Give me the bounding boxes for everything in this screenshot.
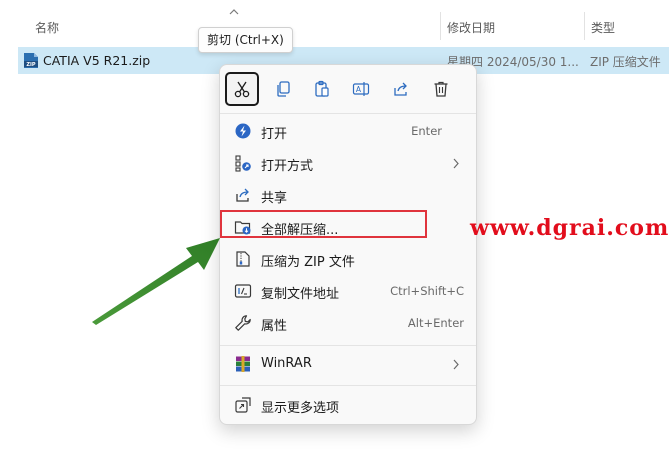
zip-file-icon: ZIP [24,53,38,68]
delete-icon [434,81,448,97]
menu-item-share[interactable]: 共享 [224,180,472,210]
copy-icon [277,81,290,97]
column-separator[interactable] [584,12,585,40]
menu-divider [220,113,476,114]
cut-tooltip: 剪切 (Ctrl+X) [198,27,293,53]
menu-divider [220,385,476,386]
menu-item-more-options[interactable]: 显示更多选项 [224,390,472,420]
rename-icon: A [352,82,370,96]
open-icon [235,123,251,139]
svg-text:ZIP: ZIP [26,62,35,68]
menu-item-label: 压缩为 ZIP 文件 [261,255,355,270]
menu-item-shortcut: Ctrl+Shift+C [390,284,464,298]
share-icon [394,82,407,96]
column-date-modified[interactable]: 修改日期 [447,19,495,36]
cut-icon [234,81,250,98]
menu-item-label: 显示更多选项 [261,401,340,416]
open-with-icon [235,155,251,172]
svg-text:A: A [356,85,362,94]
share-icon [236,188,249,202]
menu-item-winrar[interactable]: WinRAR [224,349,472,379]
file-name: CATIA V5 R21.zip [43,53,151,68]
menu-item-label: 打开方式 [261,159,314,174]
menu-divider [220,345,476,346]
annotation-arrow-icon [92,238,220,325]
copy-button[interactable] [266,72,300,106]
rename-button[interactable]: A [344,72,378,106]
chevron-right-icon [453,359,459,370]
more-options-icon [235,397,251,413]
menu-item-label: 复制文件地址 [261,287,340,302]
column-type[interactable]: 类型 [591,19,615,36]
menu-item-copy-path[interactable]: 复制文件地址 Ctrl+Shift+C [224,276,472,306]
menu-item-open-with[interactable]: 打开方式 [224,148,472,178]
winrar-icon [236,356,250,372]
wrench-icon [235,315,251,331]
column-name[interactable]: 名称 [35,19,59,36]
menu-item-label: WinRAR [261,356,312,371]
zip-compress-icon [236,251,250,267]
column-header: 名称 修改日期 类型 [0,0,669,40]
menu-item-label: 属性 [261,319,288,334]
menu-item-label: 打开 [261,127,288,142]
column-separator[interactable] [440,12,441,40]
copy-path-icon [234,284,252,298]
chevron-right-icon [453,158,459,169]
sort-ascending-icon[interactable] [229,8,239,16]
highlight-box [220,210,427,238]
share-button[interactable] [384,72,418,106]
watermark-text: www.dgrai.com [470,215,669,241]
menu-item-compress-zip[interactable]: 压缩为 ZIP 文件 [224,244,472,274]
paste-icon [315,80,329,97]
menu-item-open[interactable]: 打开 Enter [224,116,472,146]
paste-button[interactable] [305,72,339,106]
cut-button[interactable] [225,72,259,106]
menu-item-shortcut: Alt+Enter [407,316,464,330]
menu-item-shortcut: Enter [411,124,442,138]
context-menu: A 打开 Enter 打开方式 共享 全部解压缩... 压缩为 ZIP 文件 复… [219,64,477,425]
file-type: ZIP 压缩文件 [590,55,661,69]
delete-button[interactable] [424,72,458,106]
menu-item-label: 共享 [261,191,288,206]
menu-item-properties[interactable]: 属性 Alt+Enter [224,308,472,338]
